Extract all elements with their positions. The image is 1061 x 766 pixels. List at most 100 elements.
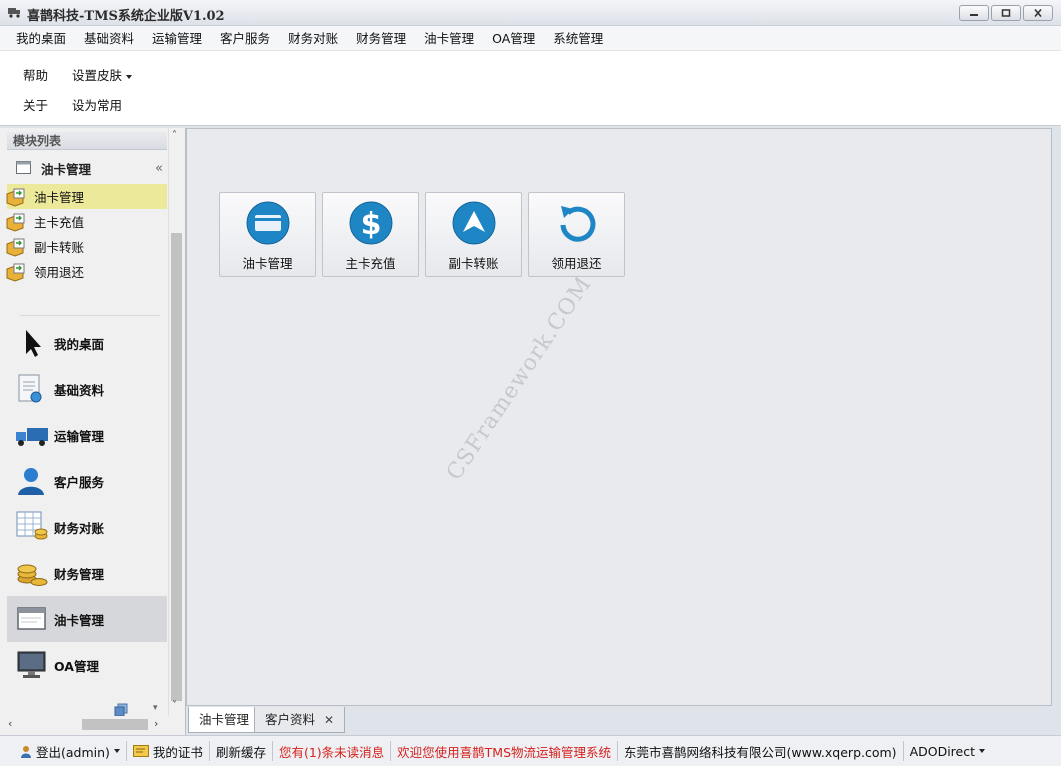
welcome-text: 欢迎您使用喜鹊TMS物流运输管理系统 — [391, 741, 619, 761]
connection-dropdown[interactable]: ADODirect — [904, 741, 991, 761]
arrow-up-icon — [452, 201, 496, 245]
card-icon — [246, 201, 290, 245]
sub-item-label: 副卡转账 — [34, 240, 85, 255]
company-text: 东莞市喜鹊网络科技有限公司(www.xqerp.com) — [618, 741, 904, 761]
menu-system[interactable]: 系统管理 — [544, 26, 612, 51]
document-tabs: 油卡管理 客户资料 ✕ — [186, 706, 1061, 735]
window-title: 喜鹊科技-TMS系统企业版V1.02 — [27, 9, 225, 24]
sidebar-vertical-scrollbar[interactable]: ˄ ˅ — [168, 128, 185, 716]
skin-label: 设置皮肤 — [72, 68, 123, 83]
chevron-down-icon — [113, 749, 120, 753]
menu-desktop[interactable]: 我的桌面 — [7, 26, 75, 51]
user-icon — [18, 468, 44, 495]
group-title: 油卡管理 — [41, 161, 92, 177]
chevron-down-icon — [979, 749, 986, 753]
sub-item-return[interactable]: 领用退还 — [6, 259, 167, 284]
sub-item-fuel-card[interactable]: 油卡管理 — [6, 184, 167, 209]
module-label: 客户服务 — [54, 474, 105, 490]
truck-icon — [16, 428, 48, 446]
module-transport[interactable]: 运输管理 — [7, 412, 167, 458]
unread-messages-link[interactable]: 您有(1)条未读消息 — [273, 741, 392, 761]
folder-arrow-icon — [6, 238, 25, 257]
certificate-icon — [132, 745, 149, 757]
scroll-up-icon[interactable]: ˄ — [172, 130, 177, 141]
module-label: 基础资料 — [54, 382, 105, 398]
navigation-pane-icon[interactable] — [114, 703, 128, 717]
module-desktop[interactable]: 我的桌面 — [7, 320, 167, 366]
certificate-button[interactable]: 我的证书 — [127, 741, 210, 761]
dollar-icon: $ — [349, 201, 393, 245]
window-icon — [17, 607, 46, 630]
menu-bar: 我的桌面 基础资料 运输管理 客户服务 财务对账 财务管理 油卡管理 OA管理 … — [0, 26, 1061, 51]
menu-customer-service[interactable]: 客户服务 — [211, 26, 279, 51]
module-label: 我的桌面 — [54, 336, 105, 352]
tile-fuel-card[interactable]: 油卡管理 — [219, 192, 316, 277]
menu-finance[interactable]: 财务管理 — [347, 26, 415, 51]
tab-fuel-card[interactable]: 油卡管理 — [188, 707, 261, 733]
status-bar: 登出(admin) 我的证书 刷新缓存 您有(1)条未读消息 欢迎您使用喜鹊TM… — [0, 735, 1061, 766]
folder-arrow-icon — [6, 188, 25, 207]
module-label: 运输管理 — [54, 428, 105, 444]
close-button[interactable] — [1023, 5, 1053, 21]
monitor-icon — [17, 651, 46, 678]
menu-basic-data[interactable]: 基础资料 — [75, 26, 143, 51]
ribbon: 帮助 设置皮肤 关于 设为常用 — [0, 51, 1061, 126]
scroll-thumb[interactable] — [82, 719, 148, 730]
tile-label: 主卡充值 — [345, 256, 396, 271]
refresh-cache-button[interactable]: 刷新缓存 — [210, 741, 273, 761]
folder-arrow-icon — [6, 263, 25, 282]
module-reconciliation[interactable]: 财务对账 — [7, 504, 167, 550]
menu-transport[interactable]: 运输管理 — [143, 26, 211, 51]
scroll-down-icon[interactable]: ˅ — [172, 700, 177, 711]
module-sidebar: 模块列表 油卡管理 « 油卡管理 主卡充值 副卡转账 领用退还 我的桌面 基础资… — [0, 128, 186, 735]
module-label: 财务对账 — [54, 520, 105, 536]
document-icon — [18, 374, 42, 403]
skin-dropdown[interactable]: 设置皮肤 — [72, 65, 133, 84]
sub-item-label: 领用退还 — [34, 265, 85, 280]
group-header[interactable]: 油卡管理 « — [7, 154, 167, 182]
set-favorite-button[interactable]: 设为常用 — [72, 95, 122, 114]
tile-label: 领用退还 — [551, 256, 602, 271]
tile-main-recharge[interactable]: $ 主卡充值 — [322, 192, 419, 277]
maximize-icon — [1001, 9, 1011, 17]
module-customer-service[interactable]: 客户服务 — [7, 458, 167, 504]
sub-item-sub-transfer[interactable]: 副卡转账 — [6, 234, 167, 259]
scroll-right-icon[interactable]: › — [154, 717, 158, 730]
module-finance[interactable]: 财务管理 — [7, 550, 167, 596]
sub-item-main-recharge[interactable]: 主卡充值 — [6, 209, 167, 234]
module-oa[interactable]: OA管理 — [7, 642, 167, 688]
connection-label: ADODirect — [909, 743, 976, 759]
scroll-thumb[interactable] — [171, 233, 182, 701]
module-fuel-card[interactable]: 油卡管理 — [7, 596, 167, 642]
minimize-button[interactable] — [959, 5, 989, 21]
window-icon — [16, 161, 31, 174]
tile-sub-transfer[interactable]: 副卡转账 — [425, 192, 522, 277]
tile-return[interactable]: 领用退还 — [528, 192, 625, 277]
collapse-icon[interactable]: « — [155, 161, 163, 176]
module-list-header: 模块列表 — [7, 132, 167, 150]
logout-dropdown[interactable]: 登出(admin) — [14, 741, 127, 761]
module-basic-data[interactable]: 基础资料 — [7, 366, 167, 412]
maximize-button[interactable] — [991, 5, 1021, 21]
title-bar: 喜鹊科技-TMS系统企业版V1.02 — [0, 0, 1061, 26]
about-button[interactable]: 关于 — [23, 95, 48, 114]
return-icon — [560, 206, 596, 242]
module-label: 油卡管理 — [54, 612, 105, 628]
sidebar-horizontal-scrollbar[interactable]: ‹ › — [0, 716, 168, 733]
menu-fuel-card[interactable]: 油卡管理 — [415, 26, 483, 51]
close-icon[interactable]: ✕ — [324, 713, 334, 727]
menu-reconciliation[interactable]: 财务对账 — [279, 26, 347, 51]
tab-customer-data[interactable]: 客户资料 ✕ — [254, 707, 346, 733]
sub-item-label: 主卡充值 — [34, 215, 85, 230]
scroll-left-icon[interactable]: ‹ — [8, 717, 12, 730]
pane-options-icon[interactable]: ▾ — [153, 703, 158, 713]
tab-label: 油卡管理 — [199, 712, 250, 727]
sub-item-list: 油卡管理 主卡充值 副卡转账 领用退还 — [6, 184, 167, 284]
menu-oa[interactable]: OA管理 — [483, 26, 544, 51]
tile-label: 油卡管理 — [242, 256, 293, 271]
main-content: 油卡管理 $ 主卡充值 副卡转账 领用退还 CSFramework.COM — [186, 128, 1052, 706]
module-list: 我的桌面 基础资料 运输管理 客户服务 财务对账 财务管理 油卡管理 OA管理 — [7, 320, 167, 688]
minimize-icon — [970, 14, 978, 16]
truck-icon — [8, 8, 20, 18]
help-button[interactable]: 帮助 — [23, 65, 48, 84]
